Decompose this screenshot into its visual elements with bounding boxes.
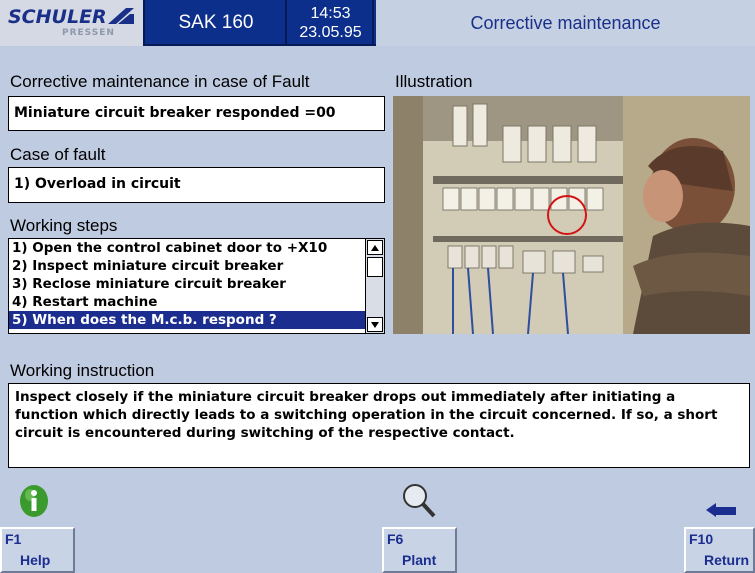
info-icon <box>20 485 48 517</box>
illustration-heading: Illustration <box>395 72 473 91</box>
f6-action-label: Plant <box>402 552 437 568</box>
steps-heading: Working steps <box>10 216 118 235</box>
instruction-heading: Working instruction <box>10 361 155 380</box>
fault-heading: Corrective maintenance in case of Fault <box>10 72 310 91</box>
arrow-down-icon <box>371 321 379 328</box>
time: 14:53 <box>310 5 351 22</box>
f10-return-button[interactable]: F10 Return <box>684 527 755 573</box>
scroll-thumb[interactable] <box>367 257 383 277</box>
f1-key-label: F1 <box>5 531 22 547</box>
f10-action-label: Return <box>704 552 750 568</box>
system-name: SAK 160 <box>147 0 287 46</box>
illustration-image <box>393 96 750 334</box>
header-bar: SCHULER PRESSEN SAK 160 14:53 23.05.95 C… <box>0 0 755 46</box>
return-arrow-icon <box>706 503 736 517</box>
logo-brand: SCHULER <box>8 6 107 28</box>
schuler-logo: SCHULER PRESSEN <box>0 0 145 46</box>
step-item[interactable]: 1) Open the control cabinet door to +X10 <box>9 239 366 257</box>
working-steps-list[interactable]: 1) Open the control cabinet door to +X10… <box>8 238 385 334</box>
arrow-up-icon <box>371 244 379 251</box>
logo-mark-icon <box>108 8 134 24</box>
fault-field: Miniature circuit breaker responded =00 <box>8 96 385 131</box>
f10-key-label: F10 <box>689 531 714 547</box>
f1-help-button[interactable]: F1 Help <box>0 527 75 573</box>
magnifier-icon <box>403 484 436 518</box>
datetime: 14:53 23.05.95 <box>289 0 374 46</box>
scroll-down-button[interactable] <box>367 317 383 332</box>
f1-action-label: Help <box>20 552 51 568</box>
step-item[interactable]: 2) Inspect miniature circuit breaker <box>9 257 366 275</box>
step-item[interactable]: 4) Restart machine <box>9 293 366 311</box>
instruction-text: Inspect closely if the miniature circuit… <box>8 383 750 468</box>
step-item[interactable]: 3) Reclose miniature circuit breaker <box>9 275 366 293</box>
logo-subtitle: PRESSEN <box>62 28 115 38</box>
case-field: 1) Overload in circuit <box>8 167 385 203</box>
steps-scrollbar[interactable] <box>365 239 384 333</box>
steps-items: 1) Open the control cabinet door to +X10… <box>9 239 366 333</box>
f6-key-label: F6 <box>387 531 404 547</box>
date: 23.05.95 <box>299 24 362 41</box>
step-item[interactable]: 5) When does the M.c.b. respond ? <box>9 311 366 329</box>
f6-plant-button[interactable]: F6 Plant <box>382 527 457 573</box>
screen-title: Corrective maintenance <box>376 0 755 46</box>
case-heading: Case of fault <box>10 145 106 164</box>
scroll-up-button[interactable] <box>367 240 383 255</box>
